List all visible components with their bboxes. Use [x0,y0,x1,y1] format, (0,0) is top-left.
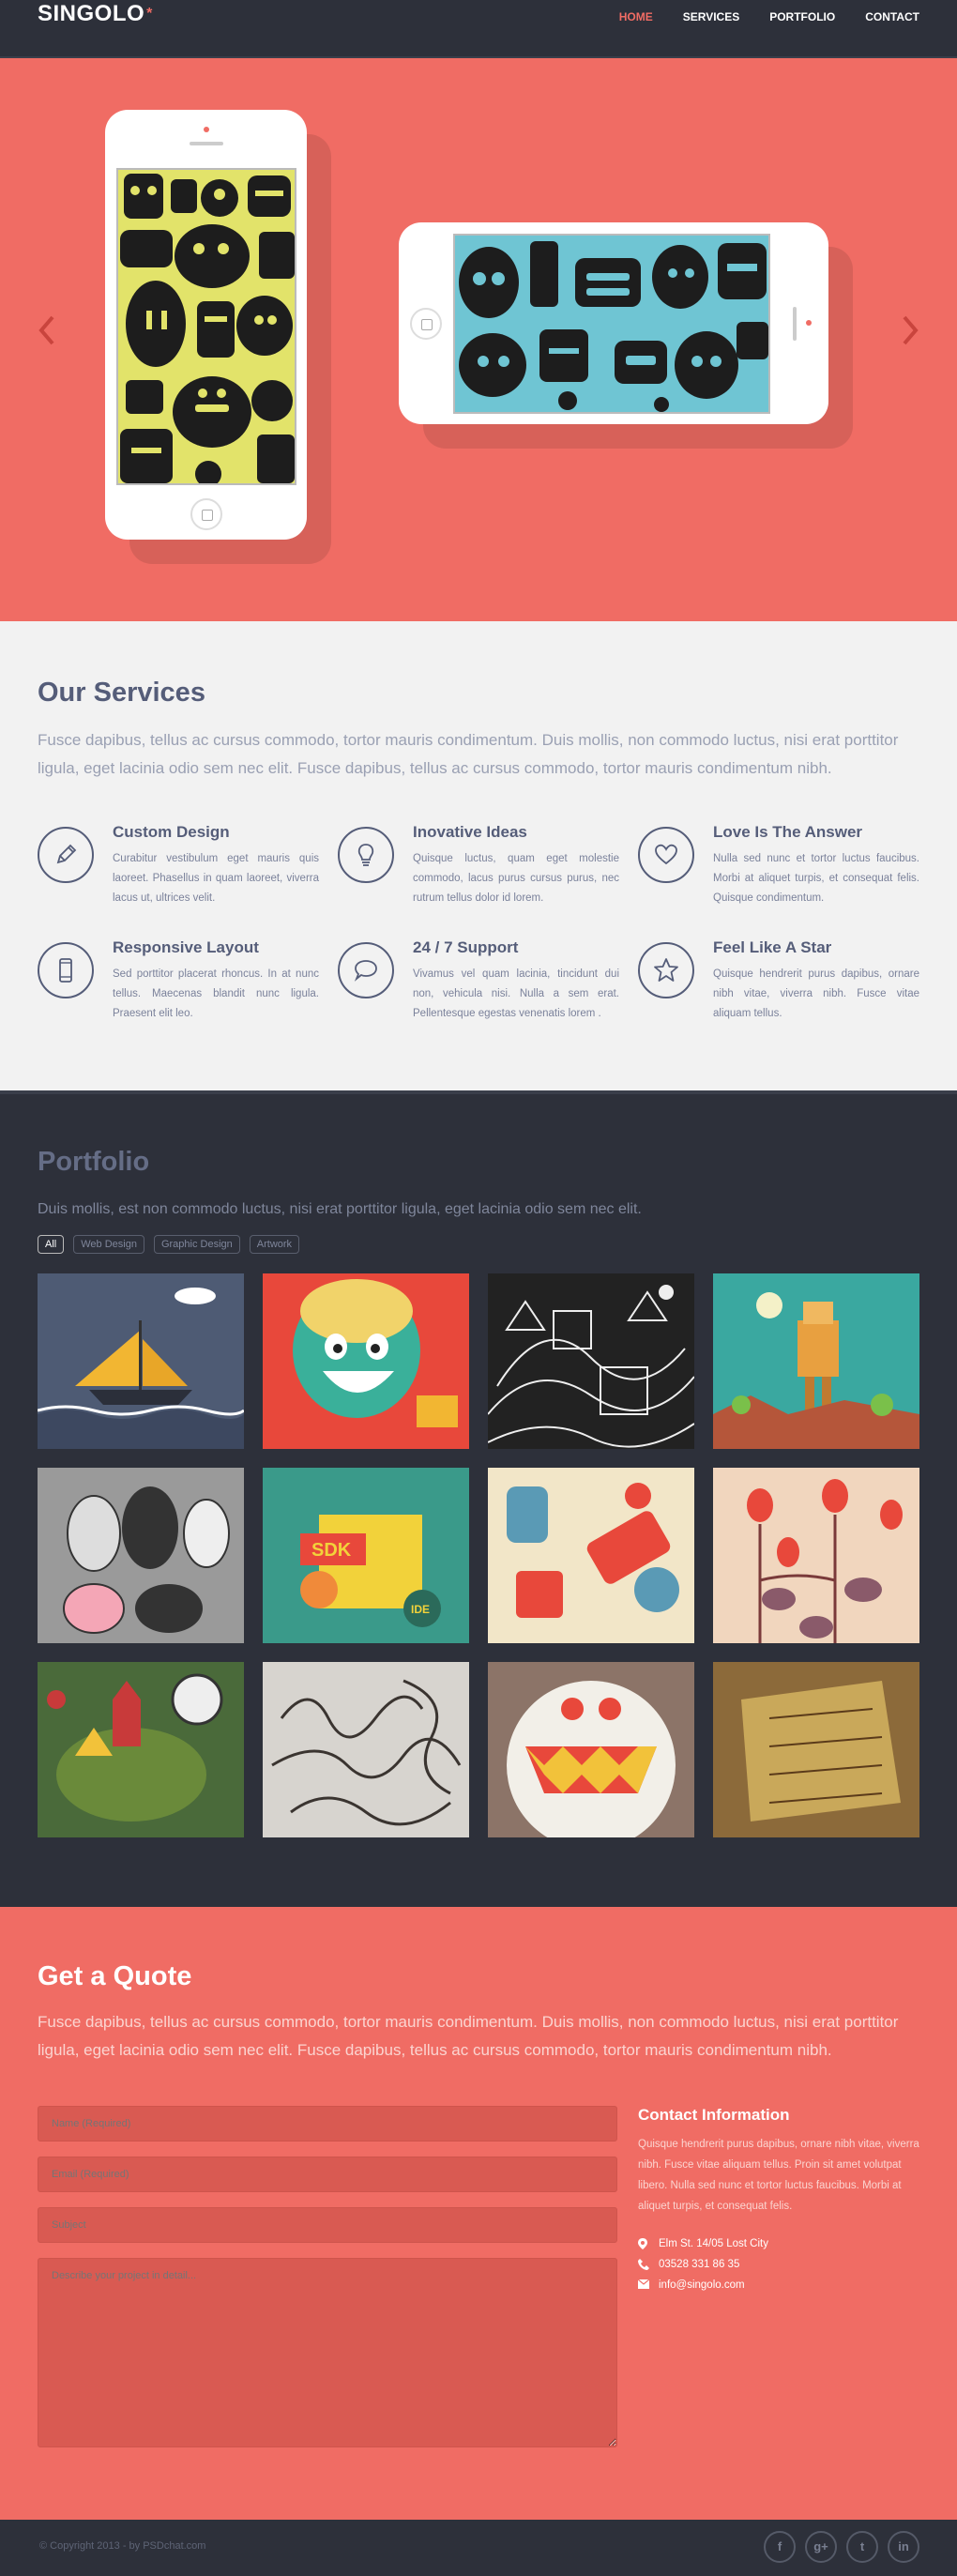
service-desc: Nulla sed nunc et tortor luctus faucibus… [713,853,919,904]
portfolio-item-sailboat[interactable] [38,1273,244,1449]
location-pin-icon [638,2238,647,2249]
portfolio-item-doodle-creatures[interactable] [38,1468,244,1643]
phone-speaker [190,142,223,145]
site-header: SINGOLO * HOME SERVICES PORTFOLIO CONTACT [0,0,957,58]
service-desc: Quisque hendrerit purus dapibus, ornare … [713,968,919,1019]
portfolio-filter-tags: All Web Design Graphic Design Artwork [38,1235,300,1254]
phone-camera [204,127,209,132]
chevron-right-icon[interactable] [899,312,921,349]
phone-icon [638,2259,649,2270]
portfolio-item-robots-pattern[interactable] [488,1468,694,1643]
nav-portfolio[interactable]: PORTFOLIO [769,10,835,23]
subject-field[interactable] [38,2207,617,2243]
service-title: Feel Like A Star [713,938,832,956]
service-feel-like-a-star: Feel Like A Star Quisque hendrerit purus… [638,938,919,1032]
service-title: Love Is The Answer [713,823,863,841]
phone-icon [38,942,94,998]
service-desc: Curabitur vestibulum eget mauris quis la… [113,853,319,904]
site-footer: © Copyright 2013 - by PSDchat.com f g+ t… [0,2520,957,2576]
contact-desc: Quisque hendrerit purus dapibus, ornare … [638,2139,919,2212]
service-inovative-ideas: Inovative Ideas Quisque luctus, quam ege… [338,823,619,917]
nav-contact[interactable]: CONTACT [865,10,919,23]
tag-graphic-design[interactable]: Graphic Design [153,1235,240,1254]
service-title: Custom Design [113,823,230,841]
portfolio-item-sdk-collage[interactable]: SDK IDE [263,1468,469,1643]
quote-title: Get a Quote [38,1961,192,1991]
phone-speaker [793,307,797,341]
services-title: Our Services [38,678,205,708]
nav-services[interactable]: SERVICES [683,10,739,23]
services-lead: Fusce dapibus, tellus ac cursus commodo,… [38,731,899,777]
svg-text:SDK: SDK [311,1540,352,1561]
home-button-icon [410,308,442,340]
service-custom-design: Custom Design Curabitur vestibulum eget … [38,823,319,917]
portfolio-title: Portfolio [38,1147,150,1177]
chevron-left-icon[interactable] [36,312,58,349]
quote-lead: Fusce dapibus, tellus ac cursus commodo,… [38,2013,899,2059]
services-section: Our Services Fusce dapibus, tellus ac cu… [0,621,957,1090]
tag-all[interactable]: All [38,1235,65,1254]
service-title: Inovative Ideas [413,823,527,841]
phone-screen-monsters [116,168,296,485]
tag-artwork[interactable]: Artwork [249,1235,300,1254]
contact-title: Contact Information [638,2106,790,2124]
service-support: 24 / 7 Support Vivamus vel quam lacinia,… [338,938,619,1032]
contact-email[interactable]: info@singolo.com [638,2275,919,2295]
contact-address: Elm St. 14/05 Lost City [638,2233,919,2254]
service-responsive-layout: Responsive Layout Sed porttitor placerat… [38,938,319,1032]
heart-icon [638,827,694,883]
email-field[interactable] [38,2157,617,2192]
quote-section: Get a Quote Fusce dapibus, tellus ac cur… [0,1907,957,2520]
message-field[interactable] [38,2258,617,2447]
google-plus-icon[interactable]: g+ [805,2531,837,2563]
lightbulb-icon [338,827,394,883]
chat-bubble-icon [338,942,394,998]
service-desc: Vivamus vel quam lacinia, tincidunt dui … [413,968,619,1019]
contact-information: Contact Information Quisque hendrerit pu… [638,2106,919,2295]
portfolio-item-smiling-character[interactable] [263,1273,469,1449]
hero-slider [0,58,957,621]
portfolio-item-robot-desert[interactable] [713,1273,919,1449]
logo[interactable]: SINGOLO * [38,0,153,28]
portfolio-item-white-monster[interactable] [488,1662,694,1837]
vertical-phone-image [105,110,307,540]
name-field[interactable] [38,2106,617,2142]
phone-screen-monsters [453,234,770,414]
service-love-is-the-answer: Love Is The Answer Nulla sed nunc et tor… [638,823,919,917]
copyright: © Copyright 2013 - by PSDchat.com [39,2540,206,2552]
service-title: Responsive Layout [113,938,259,956]
portfolio-item-birds-branches[interactable] [713,1468,919,1643]
star-icon [638,942,694,998]
portfolio-item-castle-monster[interactable] [38,1662,244,1837]
social-links: f g+ t in [764,2531,919,2563]
main-nav: HOME SERVICES PORTFOLIO CONTACT [619,0,919,34]
phone-camera [806,320,812,326]
portfolio-item-calligraphy[interactable] [263,1662,469,1837]
portfolio-lead: Duis mollis, est non commodo luctus, nis… [38,1201,642,1217]
service-desc: Quisque luctus, quam eget molestie commo… [413,853,619,904]
portfolio-item-paper-texture[interactable] [713,1662,919,1837]
portfolio-item-monochrome-city[interactable] [488,1273,694,1449]
twitter-icon[interactable]: t [846,2531,878,2563]
home-button-icon [190,498,222,530]
envelope-icon [638,2279,649,2289]
logo-mark: * [146,6,153,22]
service-desc: Sed porttitor placerat rhoncus. In at nu… [113,968,319,1019]
facebook-icon[interactable]: f [764,2531,796,2563]
pencil-icon [38,827,94,883]
contact-phone: 03528 331 86 35 [638,2254,919,2275]
nav-home[interactable]: HOME [619,10,653,23]
portfolio-section: Portfolio Duis mollis, est non commodo l… [0,1090,957,1907]
linkedin-icon[interactable]: in [888,2531,919,2563]
horizontal-phone-image [399,222,828,424]
service-title: 24 / 7 Support [413,938,519,956]
svg-text:IDE: IDE [411,1603,430,1616]
tag-web-design[interactable]: Web Design [73,1235,144,1254]
